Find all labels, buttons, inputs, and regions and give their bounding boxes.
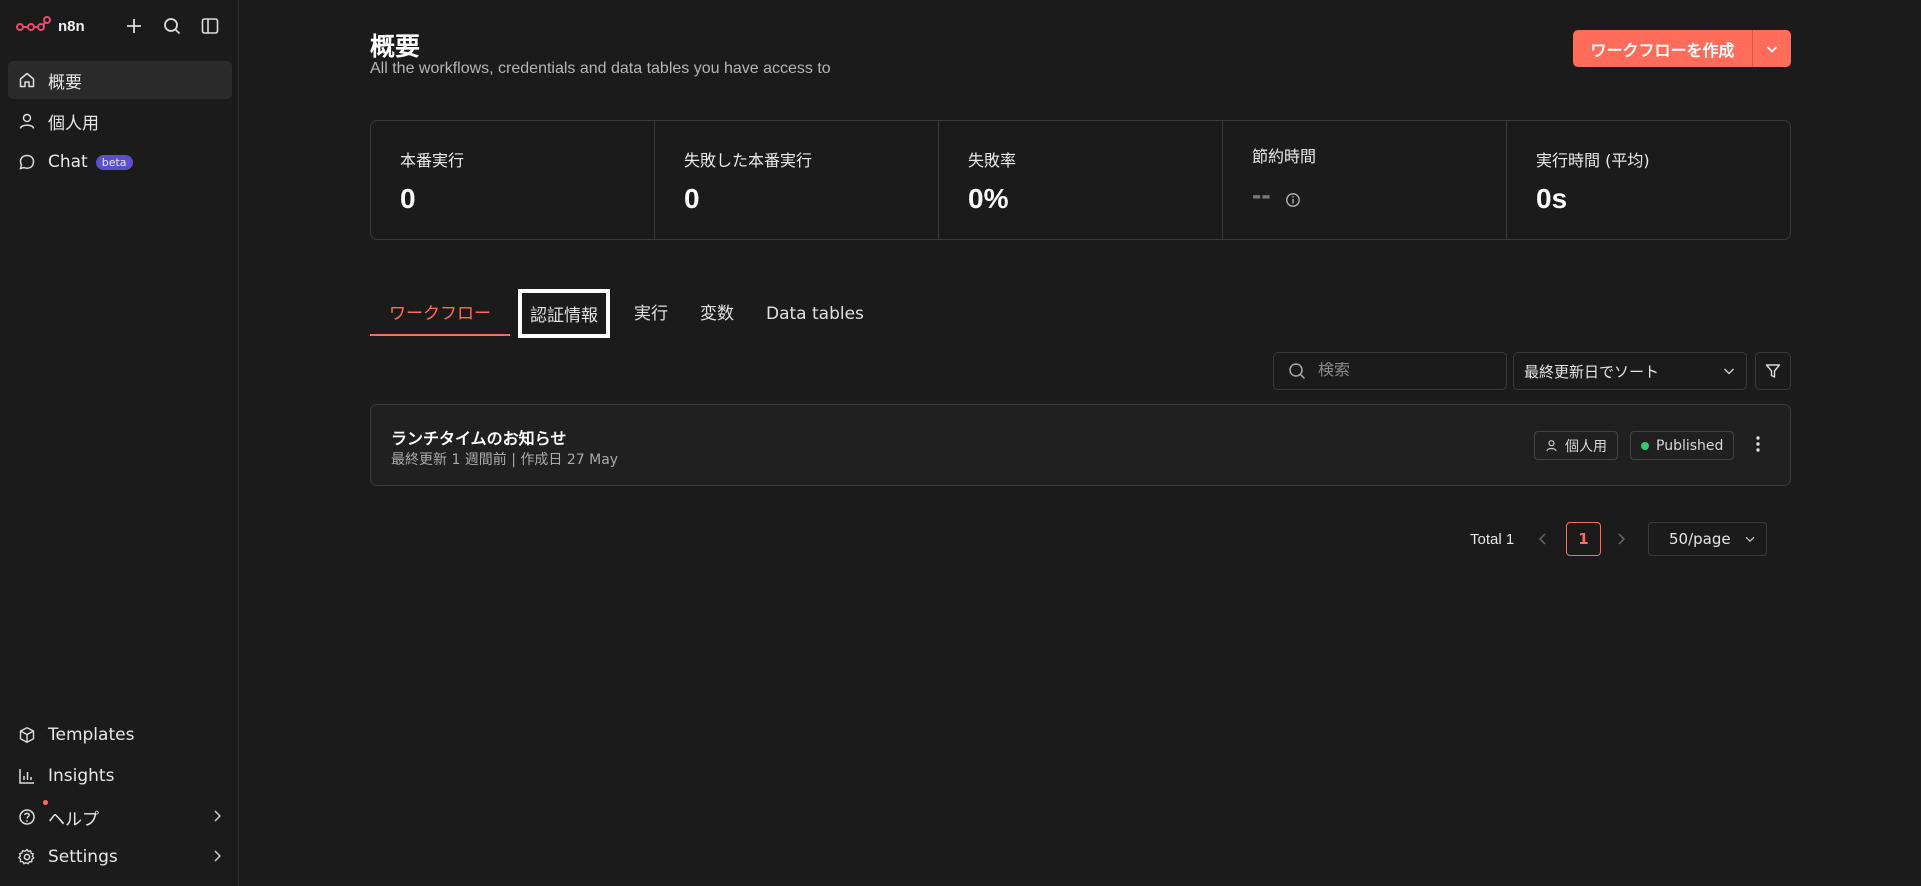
page-subtitle: All the workflows, credentials and data … bbox=[370, 60, 831, 77]
stat-label: 失敗した本番実行 bbox=[684, 151, 813, 170]
chevron-down-icon bbox=[1766, 45, 1778, 53]
search-box bbox=[1273, 352, 1507, 390]
sort-selected-value: 最終更新日でソート bbox=[1524, 362, 1660, 381]
create-workflow-label[interactable]: ワークフローを作成 bbox=[1573, 30, 1753, 67]
page-button-current[interactable]: 1 bbox=[1566, 522, 1601, 556]
insights-summary: 本番実行 0 失敗した本番実行 0 失敗率 0% 節約時間 -- 実行時間 (平… bbox=[370, 120, 1791, 240]
project-badge-label: 個人用 bbox=[1565, 438, 1607, 455]
chevron-right-icon[interactable] bbox=[1614, 532, 1628, 546]
page-size-value: 50/page bbox=[1669, 530, 1731, 548]
stat-time-saved[interactable]: 節約時間 -- bbox=[1223, 121, 1507, 239]
tab-variables[interactable]: 変数 bbox=[688, 299, 746, 336]
chevron-down-icon bbox=[1723, 368, 1735, 375]
sidebar-item-chat[interactable]: Chat beta bbox=[8, 143, 232, 181]
stat-avg-runtime[interactable]: 実行時間 (平均) 0s bbox=[1507, 121, 1790, 239]
home-icon bbox=[19, 72, 35, 88]
stat-value: 0s bbox=[1536, 183, 1568, 214]
tab-executions[interactable]: 実行 bbox=[622, 299, 680, 336]
stat-label: 節約時間 bbox=[1252, 147, 1317, 166]
chevron-down-icon bbox=[1745, 536, 1755, 543]
chevron-right-icon bbox=[214, 850, 222, 862]
create-workflow-button[interactable]: ワークフローを作成 bbox=[1573, 30, 1791, 67]
bar-chart-icon bbox=[19, 769, 34, 784]
sidebar-item-label: ヘルプ bbox=[48, 809, 99, 830]
beta-badge: beta bbox=[95, 154, 133, 170]
search-input[interactable] bbox=[1318, 362, 1478, 380]
filter-icon bbox=[1765, 364, 1781, 378]
tab-bar: ワークフロー 認証情報 実行 変数 Data tables bbox=[370, 289, 884, 338]
sort-select[interactable]: 最終更新日でソート bbox=[1513, 352, 1747, 390]
add-icon[interactable] bbox=[122, 14, 146, 38]
page-size-select[interactable]: 50/page bbox=[1648, 522, 1767, 556]
workflow-card[interactable]: ランチタイムのお知らせ 最終更新 1 週間前 | 作成日 27 May 個人用 … bbox=[370, 404, 1791, 486]
status-badge-label: Published bbox=[1656, 437, 1724, 454]
sidebar-item-overview[interactable]: 概要 bbox=[8, 61, 232, 99]
sidebar-item-templates[interactable]: Templates bbox=[8, 716, 232, 754]
pagination-total: Total 1 bbox=[1470, 531, 1515, 548]
box-icon bbox=[19, 727, 35, 743]
workflow-meta: 最終更新 1 週間前 | 作成日 27 May bbox=[391, 452, 619, 468]
sidebar-item-label: 概要 bbox=[48, 72, 82, 93]
chevron-left-icon[interactable] bbox=[1536, 532, 1550, 546]
sidebar-header: n8n bbox=[16, 10, 228, 42]
more-options-icon[interactable] bbox=[1755, 435, 1761, 453]
status-dot bbox=[1641, 441, 1649, 450]
user-icon bbox=[19, 113, 35, 129]
chevron-right-icon bbox=[214, 810, 222, 822]
stat-label: 失敗率 bbox=[968, 151, 1017, 170]
stat-value: -- bbox=[1252, 179, 1271, 210]
sidebar-item-insights[interactable]: Insights bbox=[8, 757, 232, 795]
help-icon bbox=[19, 809, 35, 825]
sidebar-item-label: Templates bbox=[48, 725, 135, 745]
sidebar-item-help[interactable]: ヘルプ bbox=[8, 798, 232, 836]
project-badge[interactable]: 個人用 bbox=[1534, 431, 1618, 460]
stat-label: 実行時間 (平均) bbox=[1536, 151, 1650, 170]
sidebar-item-personal[interactable]: 個人用 bbox=[8, 102, 232, 140]
tab-workflows[interactable]: ワークフロー bbox=[370, 299, 510, 336]
status-badge: Published bbox=[1630, 431, 1735, 460]
stat-value: 0% bbox=[968, 183, 1009, 214]
stat-label: 本番実行 bbox=[400, 151, 465, 170]
filter-button[interactable] bbox=[1755, 352, 1791, 390]
stat-failed-executions[interactable]: 失敗した本番実行 0 bbox=[655, 121, 939, 239]
sidebar-item-label: Chat bbox=[48, 152, 88, 172]
chat-icon bbox=[19, 154, 35, 170]
user-icon bbox=[1546, 440, 1557, 452]
sidebar-item-label: Insights bbox=[48, 766, 115, 786]
gear-icon bbox=[18, 848, 35, 865]
tab-data-tables[interactable]: Data tables bbox=[754, 304, 876, 336]
stat-value: 0 bbox=[684, 183, 700, 214]
logo[interactable]: n8n bbox=[16, 16, 85, 36]
sidebar-item-label: Settings bbox=[48, 847, 118, 867]
stat-value: 0 bbox=[400, 183, 416, 214]
sidebar-toggle-icon[interactable] bbox=[198, 14, 222, 38]
page-title: 概要 bbox=[370, 32, 421, 61]
n8n-logo-icon bbox=[16, 16, 51, 31]
stat-production-executions[interactable]: 本番実行 0 bbox=[371, 121, 655, 239]
create-dropdown-button[interactable] bbox=[1753, 30, 1791, 67]
sidebar: n8n 概要 個人用 Chat beta Templates Insights … bbox=[0, 0, 239, 886]
sidebar-item-label: 個人用 bbox=[48, 113, 99, 134]
workflow-title[interactable]: ランチタイムのお知らせ bbox=[391, 425, 566, 449]
info-icon[interactable] bbox=[1285, 192, 1301, 208]
tab-credentials[interactable]: 認証情報 bbox=[518, 289, 610, 338]
search-icon[interactable] bbox=[160, 14, 184, 38]
logo-text: n8n bbox=[58, 17, 85, 35]
notification-dot bbox=[43, 800, 48, 805]
search-icon bbox=[1289, 363, 1306, 380]
stat-failure-rate[interactable]: 失敗率 0% bbox=[939, 121, 1223, 239]
sidebar-item-settings[interactable]: Settings bbox=[8, 838, 232, 876]
